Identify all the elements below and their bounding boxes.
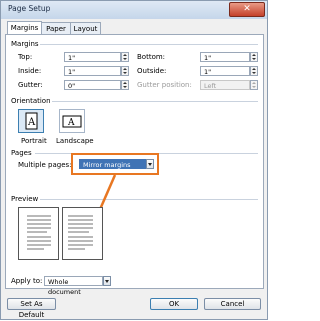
set-as-default-button[interactable]: Set As Default [7, 298, 56, 319]
preview-right-text-lines [68, 215, 93, 250]
preview-left-page [18, 207, 59, 260]
callout-line [96, 174, 117, 215]
cancel-button[interactable]: Cancel [204, 298, 261, 310]
preview-right-page [62, 207, 103, 260]
apply-to-select[interactable]: Whole document [44, 276, 103, 296]
ok-button[interactable]: OK [150, 298, 198, 310]
apply-to-label: Apply to: [11, 277, 43, 285]
apply-to-dropdown-arrow[interactable] [103, 276, 111, 286]
preview-left-text-lines [27, 215, 51, 250]
